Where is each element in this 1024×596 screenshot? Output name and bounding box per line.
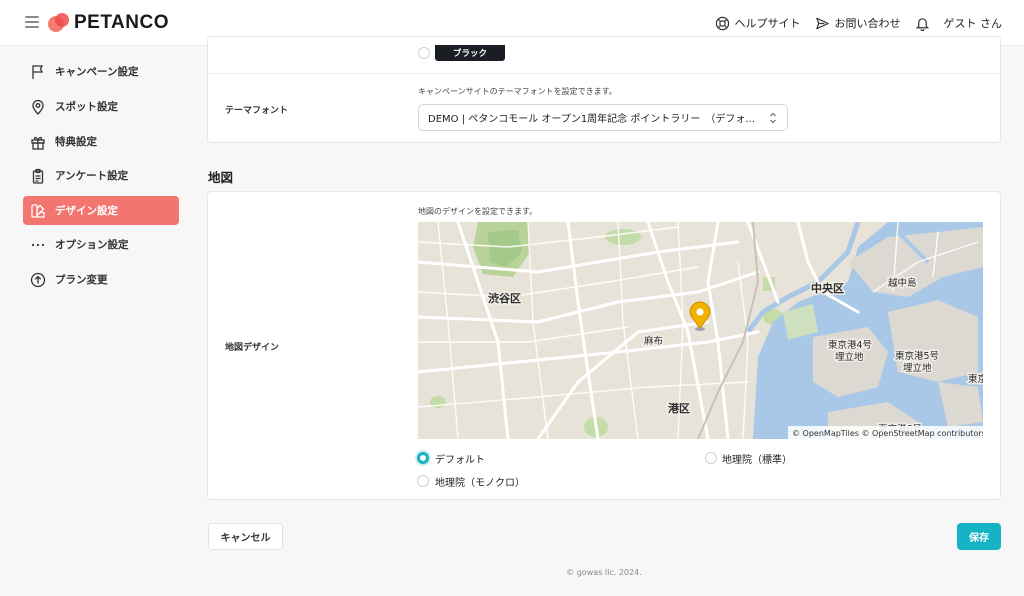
map-section-title: 地図 bbox=[208, 170, 234, 185]
user-name: ゲスト さん bbox=[943, 17, 1003, 30]
sidebar-item-design[interactable]: デザイン設定 bbox=[23, 196, 179, 225]
select-chevron-icon bbox=[770, 112, 776, 124]
map-design-hint: 地図のデザインを設定できます。 bbox=[418, 207, 538, 216]
theme-font-hint: キャンペーンサイトのテーマフォントを設定できます。 bbox=[418, 87, 617, 96]
logo-mark-icon bbox=[48, 13, 70, 33]
map-style-label: デフォルト bbox=[435, 455, 485, 466]
save-button[interactable]: 保存 bbox=[957, 523, 1001, 550]
sidebar-item-options[interactable]: オプション設定 bbox=[23, 230, 179, 259]
sidebar-item-label: デザイン設定 bbox=[55, 205, 118, 217]
map-label: 埋立地 bbox=[903, 362, 932, 374]
sidebar-item-label: プラン変更 bbox=[55, 274, 108, 286]
map-style-radio-gsi-standard[interactable] bbox=[705, 452, 717, 464]
footer-copyright: © gowas llc. 2024. bbox=[566, 568, 642, 577]
color-option-radio[interactable] bbox=[418, 47, 430, 59]
color-chip-black[interactable]: ブラック bbox=[435, 45, 505, 61]
gift-icon bbox=[31, 136, 45, 150]
help-site-label: ヘルプサイト bbox=[734, 17, 801, 30]
notifications-button[interactable] bbox=[915, 16, 930, 31]
map-label: 麻布 bbox=[644, 335, 663, 347]
theme-font-label: テーマフォント bbox=[225, 106, 289, 116]
sidebar-item-plan[interactable]: プラン変更 bbox=[23, 265, 179, 294]
sidebar-item-spot[interactable]: スポット設定 bbox=[23, 92, 179, 121]
send-icon bbox=[815, 17, 829, 29]
map-canvas: 渋谷区 中央区 越中島 麻布 東京港4号 埋立地 東京港5号 埋立地 港区 東京… bbox=[418, 222, 983, 439]
lifebuoy-icon bbox=[715, 16, 729, 30]
sidebar: キャンペーン設定 スポット設定 特典設定 アンケート設定 デザイン設定 オプショ… bbox=[0, 46, 196, 596]
map-design-label: 地図デザイン bbox=[225, 343, 280, 353]
user-menu[interactable]: ゲスト さん bbox=[944, 15, 1003, 31]
sidebar-item-benefit[interactable]: 特典設定 bbox=[23, 127, 179, 156]
map-style-label: 地理院（標準） bbox=[722, 455, 792, 466]
sidebar-item-label: アンケート設定 bbox=[55, 170, 129, 182]
map-label: 東京港4号 bbox=[828, 339, 872, 351]
sidebar-item-label: キャンペーン設定 bbox=[55, 66, 139, 78]
sidebar-item-survey[interactable]: アンケート設定 bbox=[23, 161, 179, 190]
row-divider bbox=[208, 73, 1000, 74]
map-style-radio-gsi-mono[interactable] bbox=[417, 475, 429, 487]
flag-icon bbox=[32, 64, 44, 79]
map-style-label: 地理院（モノクロ） bbox=[435, 478, 525, 489]
map-label: 埋立地 bbox=[835, 351, 864, 363]
brand-name: PETANCO bbox=[74, 12, 169, 33]
sidebar-item-label: 特典設定 bbox=[55, 136, 97, 148]
sidebar-item-label: スポット設定 bbox=[55, 101, 118, 113]
sidebar-item-label: オプション設定 bbox=[55, 239, 129, 251]
map-preview[interactable]: 渋谷区 中央区 越中島 麻布 東京港4号 埋立地 東京港5号 埋立地 港区 東京… bbox=[418, 222, 983, 439]
theme-font-value: DEMO | ペタンコモール オープン1周年記念 ポイントラリー （デフォ... bbox=[428, 114, 755, 125]
palette-icon bbox=[31, 203, 45, 218]
map-label: 越中島 bbox=[888, 277, 917, 289]
clipboard-icon bbox=[32, 168, 44, 184]
map-pin-icon bbox=[32, 99, 44, 115]
sidebar-item-campaign[interactable]: キャンペーン設定 bbox=[23, 57, 179, 86]
brand-logo[interactable]: PETANCO bbox=[48, 12, 169, 34]
map-label: 中央区 bbox=[811, 281, 844, 295]
map-label: 東京港5号 bbox=[895, 350, 939, 362]
more-icon bbox=[31, 243, 45, 246]
bell-icon bbox=[915, 17, 929, 31]
map-label: 渋谷区 bbox=[488, 291, 521, 305]
map-attribution: © OpenMapTiles © OpenStreetMap contribut… bbox=[792, 429, 983, 438]
map-label: 港区 bbox=[668, 401, 690, 415]
contact-label: お問い合わせ bbox=[834, 17, 901, 30]
help-site-link[interactable]: ヘルプサイト bbox=[715, 15, 801, 31]
arrow-up-circle-icon bbox=[30, 272, 46, 287]
cancel-button[interactable]: キャンセル bbox=[208, 523, 283, 550]
hamburger-menu-icon[interactable] bbox=[25, 16, 39, 28]
map-label: 東京 bbox=[968, 373, 983, 385]
contact-link[interactable]: お問い合わせ bbox=[815, 15, 901, 31]
map-style-radio-default[interactable] bbox=[417, 452, 429, 464]
theme-font-select[interactable]: DEMO | ペタンコモール オープン1周年記念 ポイントラリー （デフォ... bbox=[418, 104, 788, 131]
